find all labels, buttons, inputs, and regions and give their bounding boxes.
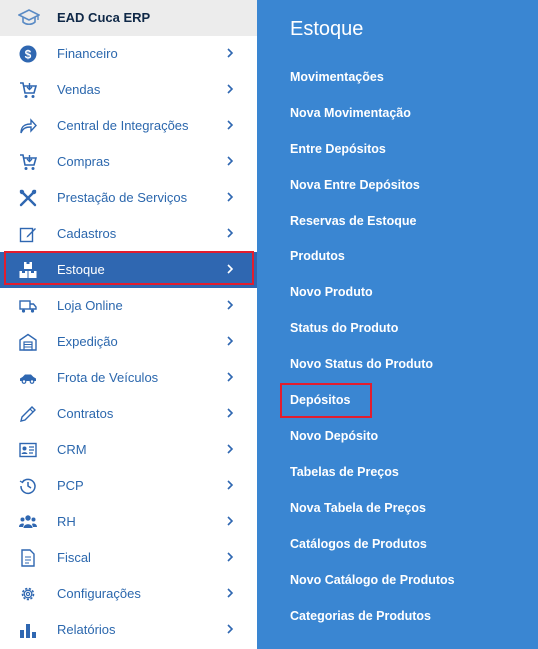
submenu-title: Estoque [290, 18, 364, 40]
submenu-item-tabelas-de-precos[interactable]: Tabelas de Preços [290, 465, 399, 479]
chevron-right-icon [225, 84, 235, 94]
chevron-right-icon [225, 552, 235, 562]
submenu-item-novo-status-do-produto[interactable]: Novo Status do Produto [290, 357, 433, 371]
share-icon [19, 117, 37, 135]
graduation-cap-icon [18, 9, 40, 27]
submenu-item-categorias-de-produtos[interactable]: Categorias de Produtos [290, 609, 431, 623]
submenu-item-nova-tabela-de-precos[interactable]: Nova Tabela de Preços [290, 501, 426, 515]
menu-label: Loja Online [57, 298, 123, 313]
tools-icon [19, 189, 37, 207]
svg-text:$: $ [25, 48, 32, 62]
menu-item-configuracoes[interactable]: Configurações [0, 576, 257, 612]
left-menu: EAD Cuca ERP $ Financeiro Vendas Central… [0, 0, 257, 649]
menu-item-central-de-integracoes[interactable]: Central de Integrações [0, 108, 257, 144]
submenu-item-reservas-de-estoque[interactable]: Reservas de Estoque [290, 214, 416, 228]
submenu-item-catalogos-de-produtos[interactable]: Catálogos de Produtos [290, 537, 427, 551]
menu-label: Contratos [57, 406, 114, 421]
document-icon [19, 549, 37, 567]
menu-label: PCP [57, 478, 84, 493]
bar-chart-icon [19, 621, 37, 639]
chevron-right-icon [225, 228, 235, 238]
car-icon [19, 369, 37, 387]
warehouse-icon [19, 333, 37, 351]
menu-label: Configurações [57, 586, 141, 601]
submenu-item-novo-deposito[interactable]: Novo Depósito [290, 429, 378, 443]
menu-item-prestacao-de-servicos[interactable]: Prestação de Serviços [0, 180, 257, 216]
chevron-right-icon [225, 192, 235, 202]
menu-label: CRM [57, 442, 87, 457]
menu-label: Central de Integrações [57, 118, 189, 133]
chevron-right-icon [225, 480, 235, 490]
clock-icon [19, 477, 37, 495]
menu-label: Prestação de Serviços [57, 190, 188, 205]
id-card-icon [19, 441, 37, 459]
submenu-item-entre-depositos[interactable]: Entre Depósitos [290, 142, 386, 156]
brand-label: EAD Cuca ERP [57, 10, 151, 25]
submenu-item-status-do-produto[interactable]: Status do Produto [290, 321, 398, 335]
truck-icon [19, 297, 37, 315]
menu-item-loja-online[interactable]: Loja Online [0, 288, 257, 324]
dollar-icon: $ [19, 45, 37, 63]
menu-label: Vendas [57, 82, 101, 97]
people-icon [19, 513, 37, 531]
chevron-right-icon [225, 408, 235, 418]
highlight-estoque [4, 251, 254, 285]
menu-label: Frota de Veículos [57, 370, 159, 385]
submenu-item-novo-produto[interactable]: Novo Produto [290, 285, 373, 299]
menu-label: Compras [57, 154, 110, 169]
menu-label: Relatórios [57, 622, 116, 637]
submenu-item-novo-catalogo-de-produtos[interactable]: Novo Catálogo de Produtos [290, 573, 455, 587]
chevron-right-icon [225, 48, 235, 58]
chevron-right-icon [225, 336, 235, 346]
menu-item-vendas[interactable]: Vendas [0, 72, 257, 108]
submenu-item-nova-movimentacao[interactable]: Nova Movimentação [290, 106, 411, 120]
chevron-right-icon [225, 372, 235, 382]
chevron-right-icon [225, 444, 235, 454]
menu-item-fiscal[interactable]: Fiscal [0, 540, 257, 576]
submenu-item-movimentacoes[interactable]: Movimentações [290, 70, 384, 84]
menu-item-financeiro[interactable]: $ Financeiro [0, 36, 257, 72]
chevron-right-icon [225, 588, 235, 598]
menu-item-rh[interactable]: RH [0, 504, 257, 540]
menu-item-compras[interactable]: Compras [0, 144, 257, 180]
menu-label: Cadastros [57, 226, 117, 241]
menu-label: RH [57, 514, 76, 529]
cart-icon [19, 153, 37, 171]
pencil-icon [19, 405, 37, 423]
submenu-panel: Estoque Movimentações Nova Movimentação … [257, 0, 538, 649]
brand-header[interactable]: EAD Cuca ERP [0, 0, 257, 36]
menu-label: Expedição [57, 334, 118, 349]
menu-item-cadastros[interactable]: Cadastros [0, 216, 257, 252]
menu-item-relatorios[interactable]: Relatórios [0, 612, 257, 648]
menu-item-crm[interactable]: CRM [0, 432, 257, 468]
menu-label: Financeiro [57, 46, 118, 61]
gear-icon [19, 585, 37, 603]
highlight-depositos [280, 383, 372, 418]
chevron-right-icon [225, 624, 235, 634]
cart-icon [19, 81, 37, 99]
edit-icon [19, 225, 37, 243]
chevron-right-icon [225, 516, 235, 526]
menu-item-expedicao[interactable]: Expedição [0, 324, 257, 360]
submenu-item-produtos[interactable]: Produtos [290, 249, 345, 263]
chevron-right-icon [225, 156, 235, 166]
chevron-right-icon [225, 120, 235, 130]
menu-label: Fiscal [57, 550, 91, 565]
menu-item-pcp[interactable]: PCP [0, 468, 257, 504]
submenu-item-nova-entre-depositos[interactable]: Nova Entre Depósitos [290, 178, 420, 192]
menu-item-frota-de-veiculos[interactable]: Frota de Veículos [0, 360, 257, 396]
menu-item-contratos[interactable]: Contratos [0, 396, 257, 432]
chevron-right-icon [225, 300, 235, 310]
